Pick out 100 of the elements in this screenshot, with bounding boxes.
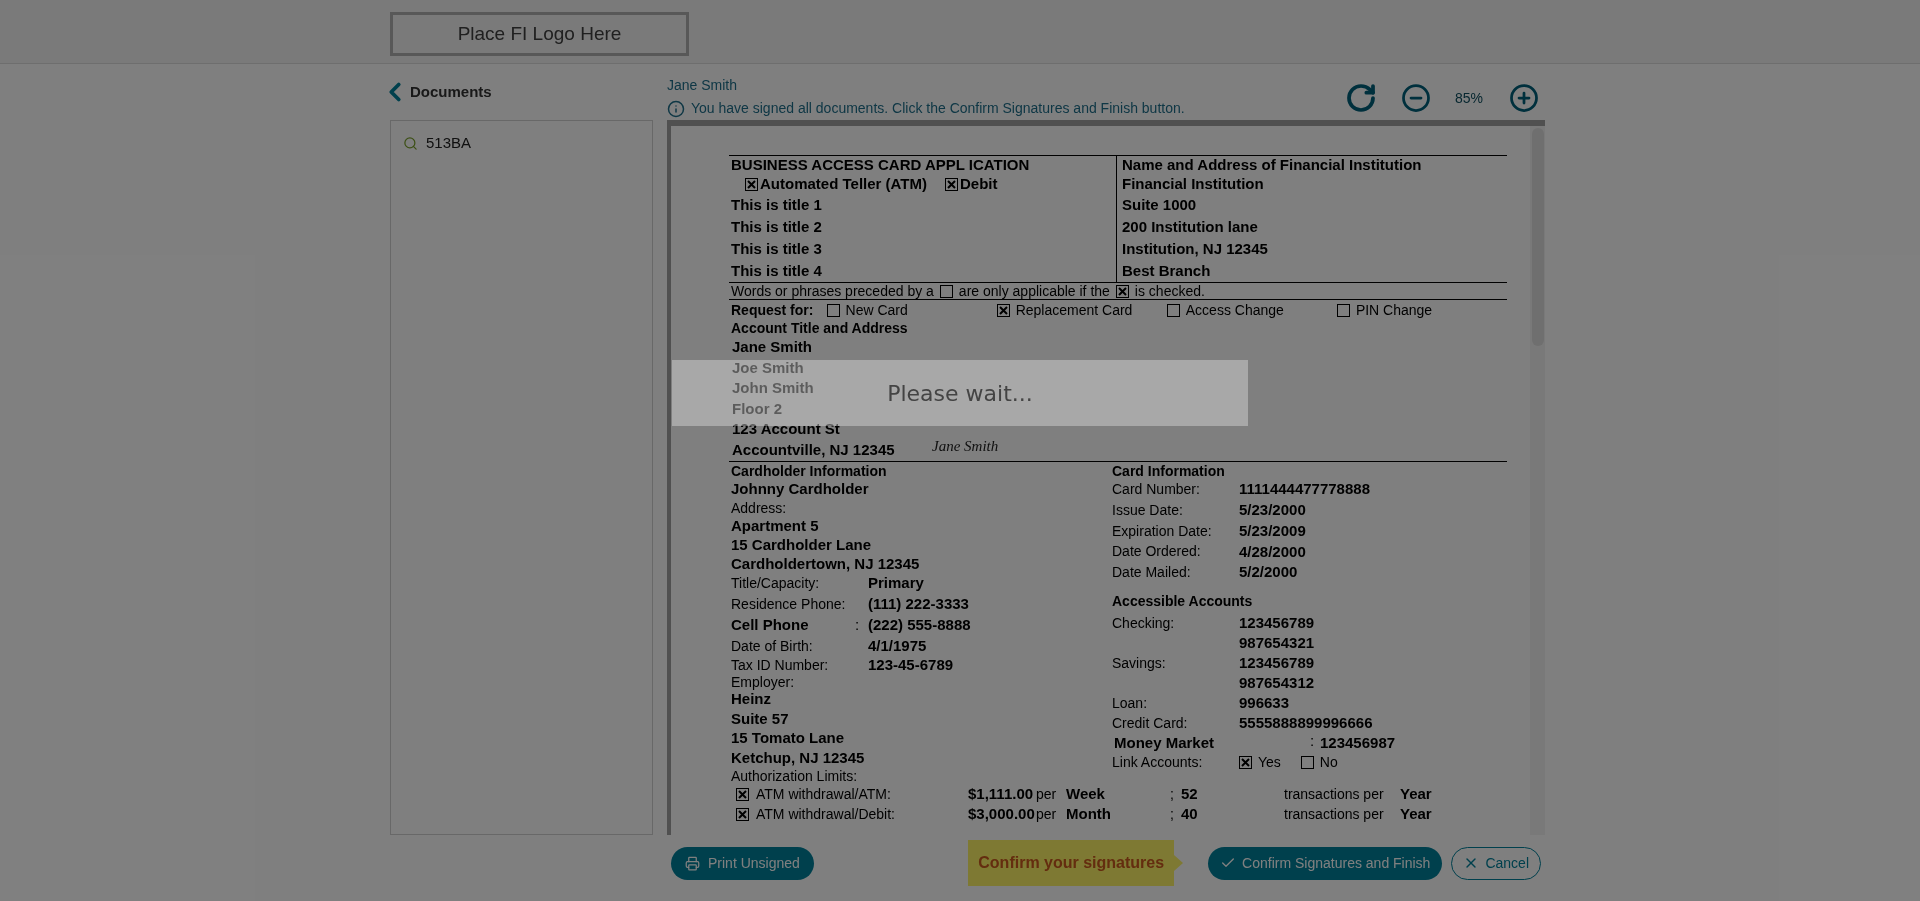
field-separator: ; xyxy=(1170,804,1175,824)
limit-count: 40 xyxy=(1181,803,1199,824)
field-value: 5/23/2009 xyxy=(1239,520,1306,541)
print-unsigned-button[interactable]: Print Unsigned xyxy=(671,846,814,880)
institution-line: Financial Institution xyxy=(1122,175,1264,192)
section-heading: Cardholder Information xyxy=(731,463,887,479)
form-title: BUSINESS ACCESS CARD APPL ICATION xyxy=(731,156,1030,173)
zoom-out-button[interactable] xyxy=(1401,83,1431,113)
account-line: Floor 2 xyxy=(732,399,782,417)
limit-period: Month xyxy=(1066,803,1112,824)
address-line: Cardholdertown, NJ 12345 xyxy=(731,555,920,572)
account-line: Accountville, NJ 12345 xyxy=(732,440,895,458)
search-icon xyxy=(403,135,418,151)
account-label: Savings: xyxy=(1112,654,1167,673)
field-value: (111) 222-3333 xyxy=(868,594,969,615)
employer-line: Suite 57 xyxy=(731,709,789,727)
employer-line: 15 Tomato Lane xyxy=(731,729,845,746)
logo-placeholder-text: Place FI Logo Here xyxy=(457,21,622,46)
field-label: Title/Capacity: xyxy=(731,574,821,593)
limit-label: ATM withdrawal/Debit: xyxy=(756,804,896,824)
title-line: This is title 4 xyxy=(731,262,822,279)
employer-line: Ketchup, NJ 12345 xyxy=(731,748,865,766)
legend-text: is checked. xyxy=(1134,281,1205,301)
account-label: Loan: xyxy=(1112,694,1149,713)
rotate-button[interactable] xyxy=(1345,82,1377,114)
account-line: Jane Smith xyxy=(732,338,813,355)
request-option: New Card xyxy=(845,299,908,321)
account-number: 123456987 xyxy=(1320,734,1396,751)
zoom-level: 85% xyxy=(1455,88,1485,108)
signature: Jane Smith xyxy=(932,436,999,456)
field-value: 4/1/1975 xyxy=(868,636,927,657)
field-value: (222) 555-8888 xyxy=(868,615,971,636)
tooltip-arrow xyxy=(1174,855,1184,871)
field-label: Date Ordered: xyxy=(1112,542,1202,562)
field-separator: ; xyxy=(1170,784,1175,804)
back-to-documents[interactable]: Documents xyxy=(386,64,653,120)
card-type-option: Debit xyxy=(959,172,998,196)
request-label: Request for: xyxy=(731,300,815,320)
cancel-button[interactable]: Cancel xyxy=(1451,846,1541,880)
printer-icon xyxy=(685,855,700,871)
field-label: Date of Birth: xyxy=(731,637,814,656)
zoom-in-button[interactable] xyxy=(1509,83,1539,113)
institution-line: 200 Institution lane xyxy=(1122,218,1258,235)
address-line: Apartment 5 xyxy=(731,517,819,534)
confirm-finish-button[interactable]: Confirm Signatures and Finish xyxy=(1208,846,1443,880)
request-option: Replacement Card xyxy=(1015,299,1133,321)
card-type-option: Automated Teller (ATM) xyxy=(760,172,927,196)
signer-name: Jane Smith xyxy=(667,76,739,94)
account-number: 987654321 xyxy=(1239,634,1315,651)
institution-heading: Name and Address of Financial Institution xyxy=(1122,156,1422,173)
zoom-out-icon xyxy=(1401,83,1431,113)
title-line: This is title 1 xyxy=(731,196,822,213)
limit-label: ATM withdrawal/ATM: xyxy=(756,784,892,804)
field-label: Issue Date: xyxy=(1112,500,1184,520)
zoom-in-icon xyxy=(1509,83,1539,113)
account-line: John Smith xyxy=(732,379,814,396)
limit-amount: $3,000.00 xyxy=(968,803,1036,824)
account-line: Joe Smith xyxy=(732,358,804,376)
legend-text: Words or phrases preceded by a xyxy=(731,281,934,301)
account-label: Credit Card: xyxy=(1112,714,1189,733)
request-option: PIN Change xyxy=(1355,299,1433,321)
field-label: Employer: xyxy=(731,674,795,690)
field-label: Card Number: xyxy=(1112,479,1201,499)
account-label: Money Market xyxy=(1113,733,1216,753)
rotate-icon xyxy=(1345,82,1377,114)
field-label: Address: xyxy=(731,500,787,516)
account-number: 123456789 xyxy=(1239,614,1315,631)
field-label: Authorization Limits: xyxy=(731,768,858,784)
field-label: Tax ID Number: xyxy=(731,656,830,675)
document-item[interactable]: 513BA xyxy=(391,131,472,155)
link-option: Yes xyxy=(1258,752,1281,774)
limit-amount: $1,111.00 xyxy=(968,783,1035,804)
account-line: 123 Account St xyxy=(732,420,840,437)
account-number: 987654312 xyxy=(1239,674,1315,691)
field-label: Cell Phone xyxy=(731,615,810,636)
transactions-label: transactions per xyxy=(1284,784,1385,804)
account-label: Checking: xyxy=(1112,614,1176,633)
institution-line: Institution, NJ 12345 xyxy=(1122,240,1268,257)
limit-count: 52 xyxy=(1181,783,1199,804)
limit-per: per xyxy=(1036,784,1058,804)
title-line: This is title 3 xyxy=(731,240,822,257)
field-value: 4/28/2000 xyxy=(1239,541,1306,562)
signed-notice: You have signed all documents. Click the Confirm Signatures and Finish button. xyxy=(691,99,1185,118)
field-separator: : xyxy=(855,615,861,636)
section-heading: Card Information xyxy=(1112,463,1225,479)
employer-line: Heinz xyxy=(731,690,771,707)
account-heading: Account Title and Address xyxy=(731,320,908,336)
limit-period: Year xyxy=(1400,803,1432,824)
cardholder-name: Johnny Cardholder xyxy=(731,480,869,497)
account-number: 123456789 xyxy=(1239,654,1315,671)
field-value: 5/2/2000 xyxy=(1239,562,1298,583)
confirm-tooltip: Confirm your signatures xyxy=(968,840,1184,886)
transactions-label: transactions per xyxy=(1284,804,1385,824)
link-option: No xyxy=(1319,752,1338,774)
account-number: 5555888899996666 xyxy=(1239,714,1373,731)
address-line: 15 Cardholder Lane xyxy=(731,536,872,553)
institution-line: Best Branch xyxy=(1122,262,1211,279)
account-number: 996633 xyxy=(1239,694,1290,711)
field-value: 123-45-6789 xyxy=(868,655,954,676)
limit-period: Year xyxy=(1400,783,1432,804)
